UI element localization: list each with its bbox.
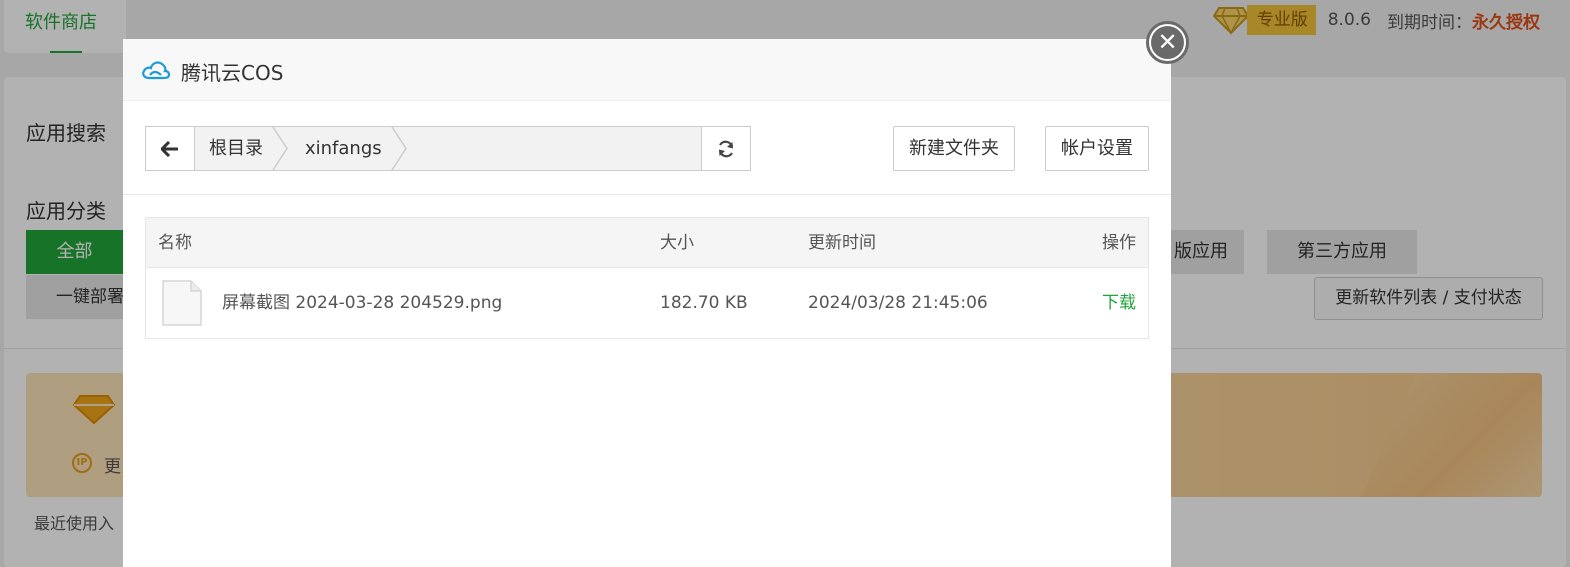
chevron-right-icon xyxy=(391,127,407,170)
table-row[interactable]: 屏幕截图 2024-03-28 204529.png 182.70 KB 202… xyxy=(146,268,1148,338)
file-time: 2024/03/28 21:45:06 xyxy=(808,293,988,313)
modal-title: 腾讯云COS xyxy=(181,61,284,85)
header-time[interactable]: 更新时间 xyxy=(808,218,876,268)
account-settings-button[interactable]: 帐户设置 xyxy=(1045,126,1149,171)
divider xyxy=(123,194,1171,195)
chevron-right-icon xyxy=(272,127,288,170)
path-bar: 根目录 xinfangs xyxy=(145,126,751,171)
new-folder-button[interactable]: 新建文件夹 xyxy=(893,126,1015,171)
file-name[interactable]: 屏幕截图 2024-03-28 204529.png xyxy=(222,268,502,338)
modal-header: 腾讯云COS xyxy=(123,39,1171,101)
close-icon: ✕ xyxy=(1151,26,1184,59)
arrow-left-icon xyxy=(161,140,178,157)
header-op: 操作 xyxy=(1102,233,1136,253)
refresh-icon xyxy=(718,140,734,157)
breadcrumb-label: xinfangs xyxy=(305,138,382,159)
cos-modal: 腾讯云COS 根目录 xinfangs 新建文件夹 帐户设置 名称 大小 更新时… xyxy=(123,39,1171,567)
modal-close-button[interactable]: ✕ xyxy=(1146,21,1189,64)
header-name[interactable]: 名称 xyxy=(158,218,192,268)
download-link[interactable]: 下载 xyxy=(1102,268,1136,338)
header-size[interactable]: 大小 xyxy=(660,218,694,268)
file-size: 182.70 KB xyxy=(660,293,748,313)
breadcrumb-xinfangs[interactable]: xinfangs xyxy=(291,127,410,170)
table-header: 名称 大小 更新时间 操作 xyxy=(146,218,1148,268)
breadcrumb-label: 根目录 xyxy=(209,138,263,159)
file-icon xyxy=(162,280,202,326)
back-button[interactable] xyxy=(146,127,195,170)
refresh-button[interactable] xyxy=(701,127,750,170)
cloud-logo-icon xyxy=(142,61,171,80)
file-table: 名称 大小 更新时间 操作 屏幕截图 2024-03-28 204529.png… xyxy=(145,217,1149,339)
breadcrumb-root[interactable]: 根目录 xyxy=(195,127,291,170)
modal-toolbar: 根目录 xinfangs 新建文件夹 帐户设置 xyxy=(145,126,1149,171)
